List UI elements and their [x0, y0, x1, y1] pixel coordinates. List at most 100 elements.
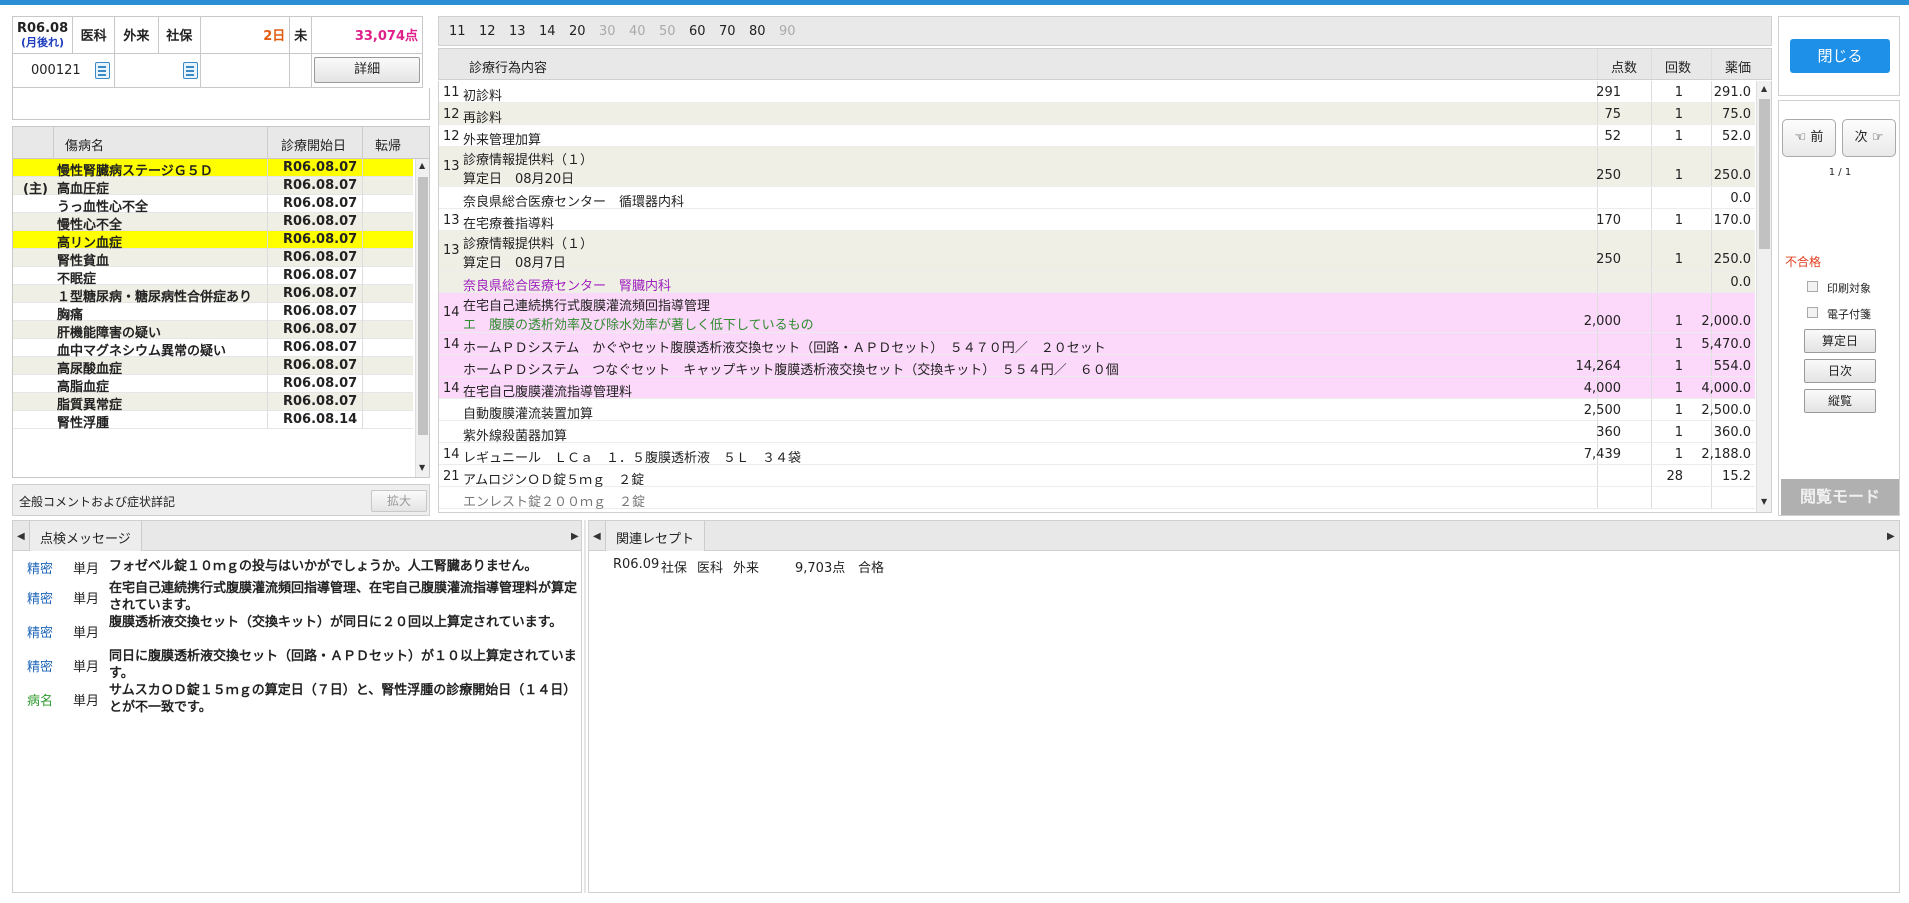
detail-scrollbar[interactable]: ▲ ▼ [1756, 81, 1771, 512]
category-tab[interactable]: 90 [779, 24, 796, 39]
disease-row[interactable]: 高リン血症 R06.08.07 [13, 231, 413, 251]
category-tabs: 11 12 13 14 20 30 40 50 60 70 80 90 [438, 16, 1772, 46]
scroll-down-icon[interactable]: ▼ [1761, 497, 1767, 506]
detail-header: 診療行為内容 点数 回数 薬価 [438, 48, 1772, 80]
treatment-row[interactable]: 21 アムロジンＯＤ錠５ｍｇ ２錠 28 15.2 [439, 465, 1755, 488]
row-divider [267, 375, 268, 393]
disease-row[interactable]: 高尿酸血症 R06.08.07 [13, 357, 413, 377]
row-divider [362, 267, 363, 285]
treatment-amount: 2,500.0 [1701, 403, 1751, 418]
check-message-item[interactable]: 精密 単月 同日に腹膜透析液交換セット（回路・ＡＰＤセット）が１０以上算定されていま… [13, 647, 581, 681]
treatment-row[interactable]: ホームＰＤシステム つなぐセット キャップキット腹膜透析液交換セット（交換キット… [439, 355, 1755, 378]
row-divider [362, 195, 363, 213]
treatment-row[interactable]: 14 ホームＰＤシステム かぐやセット腹膜透析液交換セット（回路・ＡＰＤセット） … [439, 333, 1755, 356]
prev-button[interactable]: ☜ 前 [1782, 119, 1836, 157]
col-start-date: 診療開始日 [281, 139, 347, 154]
calc-date-button[interactable]: 算定日 [1804, 329, 1876, 353]
tab-right-arrow-icon[interactable]: ▶ [571, 531, 579, 542]
expand-button[interactable]: 拡大 [371, 490, 427, 512]
panel-splitter[interactable] [584, 520, 586, 893]
row-divider [1711, 465, 1712, 486]
tab-related-receipts[interactable]: 関連レセプト [605, 521, 706, 551]
scroll-up-icon[interactable]: ▲ [419, 161, 425, 170]
treatment-row[interactable]: 紫外線殺菌器加算 360 1 360.0 [439, 421, 1755, 444]
tab-left-arrow-icon[interactable]: ◀ [17, 531, 25, 542]
document-icon-2[interactable] [182, 61, 198, 79]
detail-button[interactable]: 詳細 [314, 57, 420, 84]
related-receipt-panel: ◀ 関連レセプト ▶ R06.09 社保 医科 外来 9,703点 合格 [588, 520, 1900, 893]
treatment-amount: 75.0 [1722, 107, 1751, 122]
category-tab[interactable]: 12 [479, 24, 496, 39]
disease-row[interactable]: 腎性貧血 R06.08.07 [13, 249, 413, 269]
treatment-row[interactable]: 自動腹膜灌流装置加算 2,500 1 2,500.0 [439, 399, 1755, 422]
treatment-name: 初診料 [463, 89, 503, 104]
treatment-row[interactable]: 11 初診料 291 1 291.0 [439, 81, 1755, 104]
close-button[interactable]: 閉じる [1790, 39, 1890, 73]
right-top-panel: 閉じる [1778, 16, 1900, 96]
disease-row[interactable]: 脂質異常症 R06.08.07 [13, 393, 413, 413]
print-checkbox[interactable] [1807, 281, 1818, 292]
treatment-row[interactable]: エンレスト錠２００ｍｇ ２錠 [439, 487, 1755, 510]
category-tab[interactable]: 11 [449, 24, 466, 39]
disease-row[interactable]: 腎性浮腫 R06.08.14 [13, 411, 413, 431]
disease-row[interactable]: 慢性心不全 R06.08.07 [13, 213, 413, 233]
disease-row[interactable]: 不眠症 R06.08.07 [13, 267, 413, 287]
disease-row[interactable]: 血中マグネシウム異常の疑い R06.08.07 [13, 339, 413, 359]
disease-scroll-thumb[interactable] [418, 177, 428, 435]
scroll-down-icon[interactable]: ▼ [419, 463, 425, 472]
treatment-count: 1 [1674, 129, 1683, 144]
next-label: 次 [1854, 130, 1868, 145]
disease-row[interactable]: 肝機能障害の疑い R06.08.07 [13, 321, 413, 341]
category-tab[interactable]: 14 [539, 24, 556, 39]
disease-row[interactable]: (主) 高血圧症 R06.08.07 [13, 177, 413, 197]
col-points: 点数 [1611, 61, 1638, 76]
check-message-item[interactable]: 精密 単月 フォゼベル錠１０ｍｇの投与はいかがでしょうか。人工腎臓ありません。 [13, 557, 581, 579]
document-icon[interactable] [94, 61, 110, 79]
efile-checkbox[interactable] [1807, 307, 1818, 318]
treatment-amount: 291.0 [1713, 85, 1751, 100]
check-message-item[interactable]: 精密 単月 在宅自己連続携行式腹膜灌流頻回指導管理、在宅自己腹膜灌流指導管理料が算定… [13, 579, 581, 613]
category-tab[interactable]: 80 [749, 24, 766, 39]
treatment-row[interactable]: 12 外来管理加算 52 1 52.0 [439, 125, 1755, 148]
disease-row[interactable]: 胸痛 R06.08.07 [13, 303, 413, 323]
treatment-row[interactable]: 奈良県総合医療センター 循環器内科 0.0 [439, 187, 1755, 210]
treatment-amount: 360.0 [1713, 425, 1751, 440]
treatment-row[interactable]: 14 在宅自己腹膜灌流指導管理料 4,000 1 4,000.0 [439, 377, 1755, 400]
disease-scrollbar[interactable]: ▲ ▼ [415, 159, 429, 477]
treatment-row[interactable]: 奈良県総合医療センター 腎臓内科 0.0 [439, 271, 1755, 294]
treatment-row[interactable]: 13 診療情報提供料（１） 算定日 08月7日 250 1 250.0 [439, 231, 1755, 271]
detail-scroll-thumb[interactable] [1759, 99, 1770, 249]
disease-row[interactable]: うっ血性心不全 R06.08.07 [13, 195, 413, 215]
treatment-row[interactable]: 14 レギュニール ＬＣａ １．５腹膜透析液 ５Ｌ ３４袋 7,439 1 2,188.… [439, 443, 1755, 466]
category-tab[interactable]: 40 [629, 24, 646, 39]
treatment-row[interactable]: 12 再診料 75 1 75.0 [439, 103, 1755, 126]
row-divider [362, 231, 363, 249]
category-tab[interactable]: 20 [569, 24, 586, 39]
check-message-item[interactable]: 病名 単月 サムスカＯＤ錠１５ｍｇの算定日（７日）と、腎性浮腫の診療開始日（１４日）… [13, 681, 581, 715]
daily-button[interactable]: 日次 [1804, 359, 1876, 383]
next-button[interactable]: 次 ☞ [1842, 119, 1896, 157]
category-tab[interactable]: 30 [599, 24, 616, 39]
row-divider [1711, 103, 1712, 124]
vertical-view-button[interactable]: 縦覧 [1804, 389, 1876, 413]
treatment-name: 診療情報提供料（１） [463, 237, 594, 252]
category-tab[interactable]: 50 [659, 24, 676, 39]
disease-row[interactable]: １型糖尿病・糖尿病性合併症あり R06.08.07 [13, 285, 413, 305]
category-tab[interactable]: 13 [509, 24, 526, 39]
row-divider [267, 303, 268, 321]
treatment-code: 13 [443, 243, 460, 258]
category-tab[interactable]: 70 [719, 24, 736, 39]
treatment-row[interactable]: 14 在宅自己連続携行式腹膜灌流頻回指導管理エ 腹膜の透析効率及び除水効率が著しく… [439, 293, 1755, 333]
check-message-item[interactable]: 精密 単月 腹膜透析液交換セット（交換キット）が同日に２０回以上算定されています。 [13, 613, 581, 647]
row-divider [1651, 209, 1652, 230]
row-divider [267, 285, 268, 303]
disease-row[interactable]: 慢性腎臓病ステージＧ５Ｄ R06.08.07 [13, 159, 413, 179]
category-tab[interactable]: 60 [689, 24, 706, 39]
treatment-row[interactable]: 13 診療情報提供料（１） 算定日 08月20日 250 1 250.0 [439, 147, 1755, 187]
tab-right-arrow-icon[interactable]: ▶ [1887, 531, 1895, 542]
tab-check-messages[interactable]: 点検メッセージ [29, 521, 142, 551]
tab-left-arrow-icon[interactable]: ◀ [593, 531, 601, 542]
disease-row[interactable]: 高脂血症 R06.08.07 [13, 375, 413, 395]
scroll-up-icon[interactable]: ▲ [1761, 84, 1767, 93]
treatment-row[interactable]: 13 在宅療養指導料 170 1 170.0 [439, 209, 1755, 232]
